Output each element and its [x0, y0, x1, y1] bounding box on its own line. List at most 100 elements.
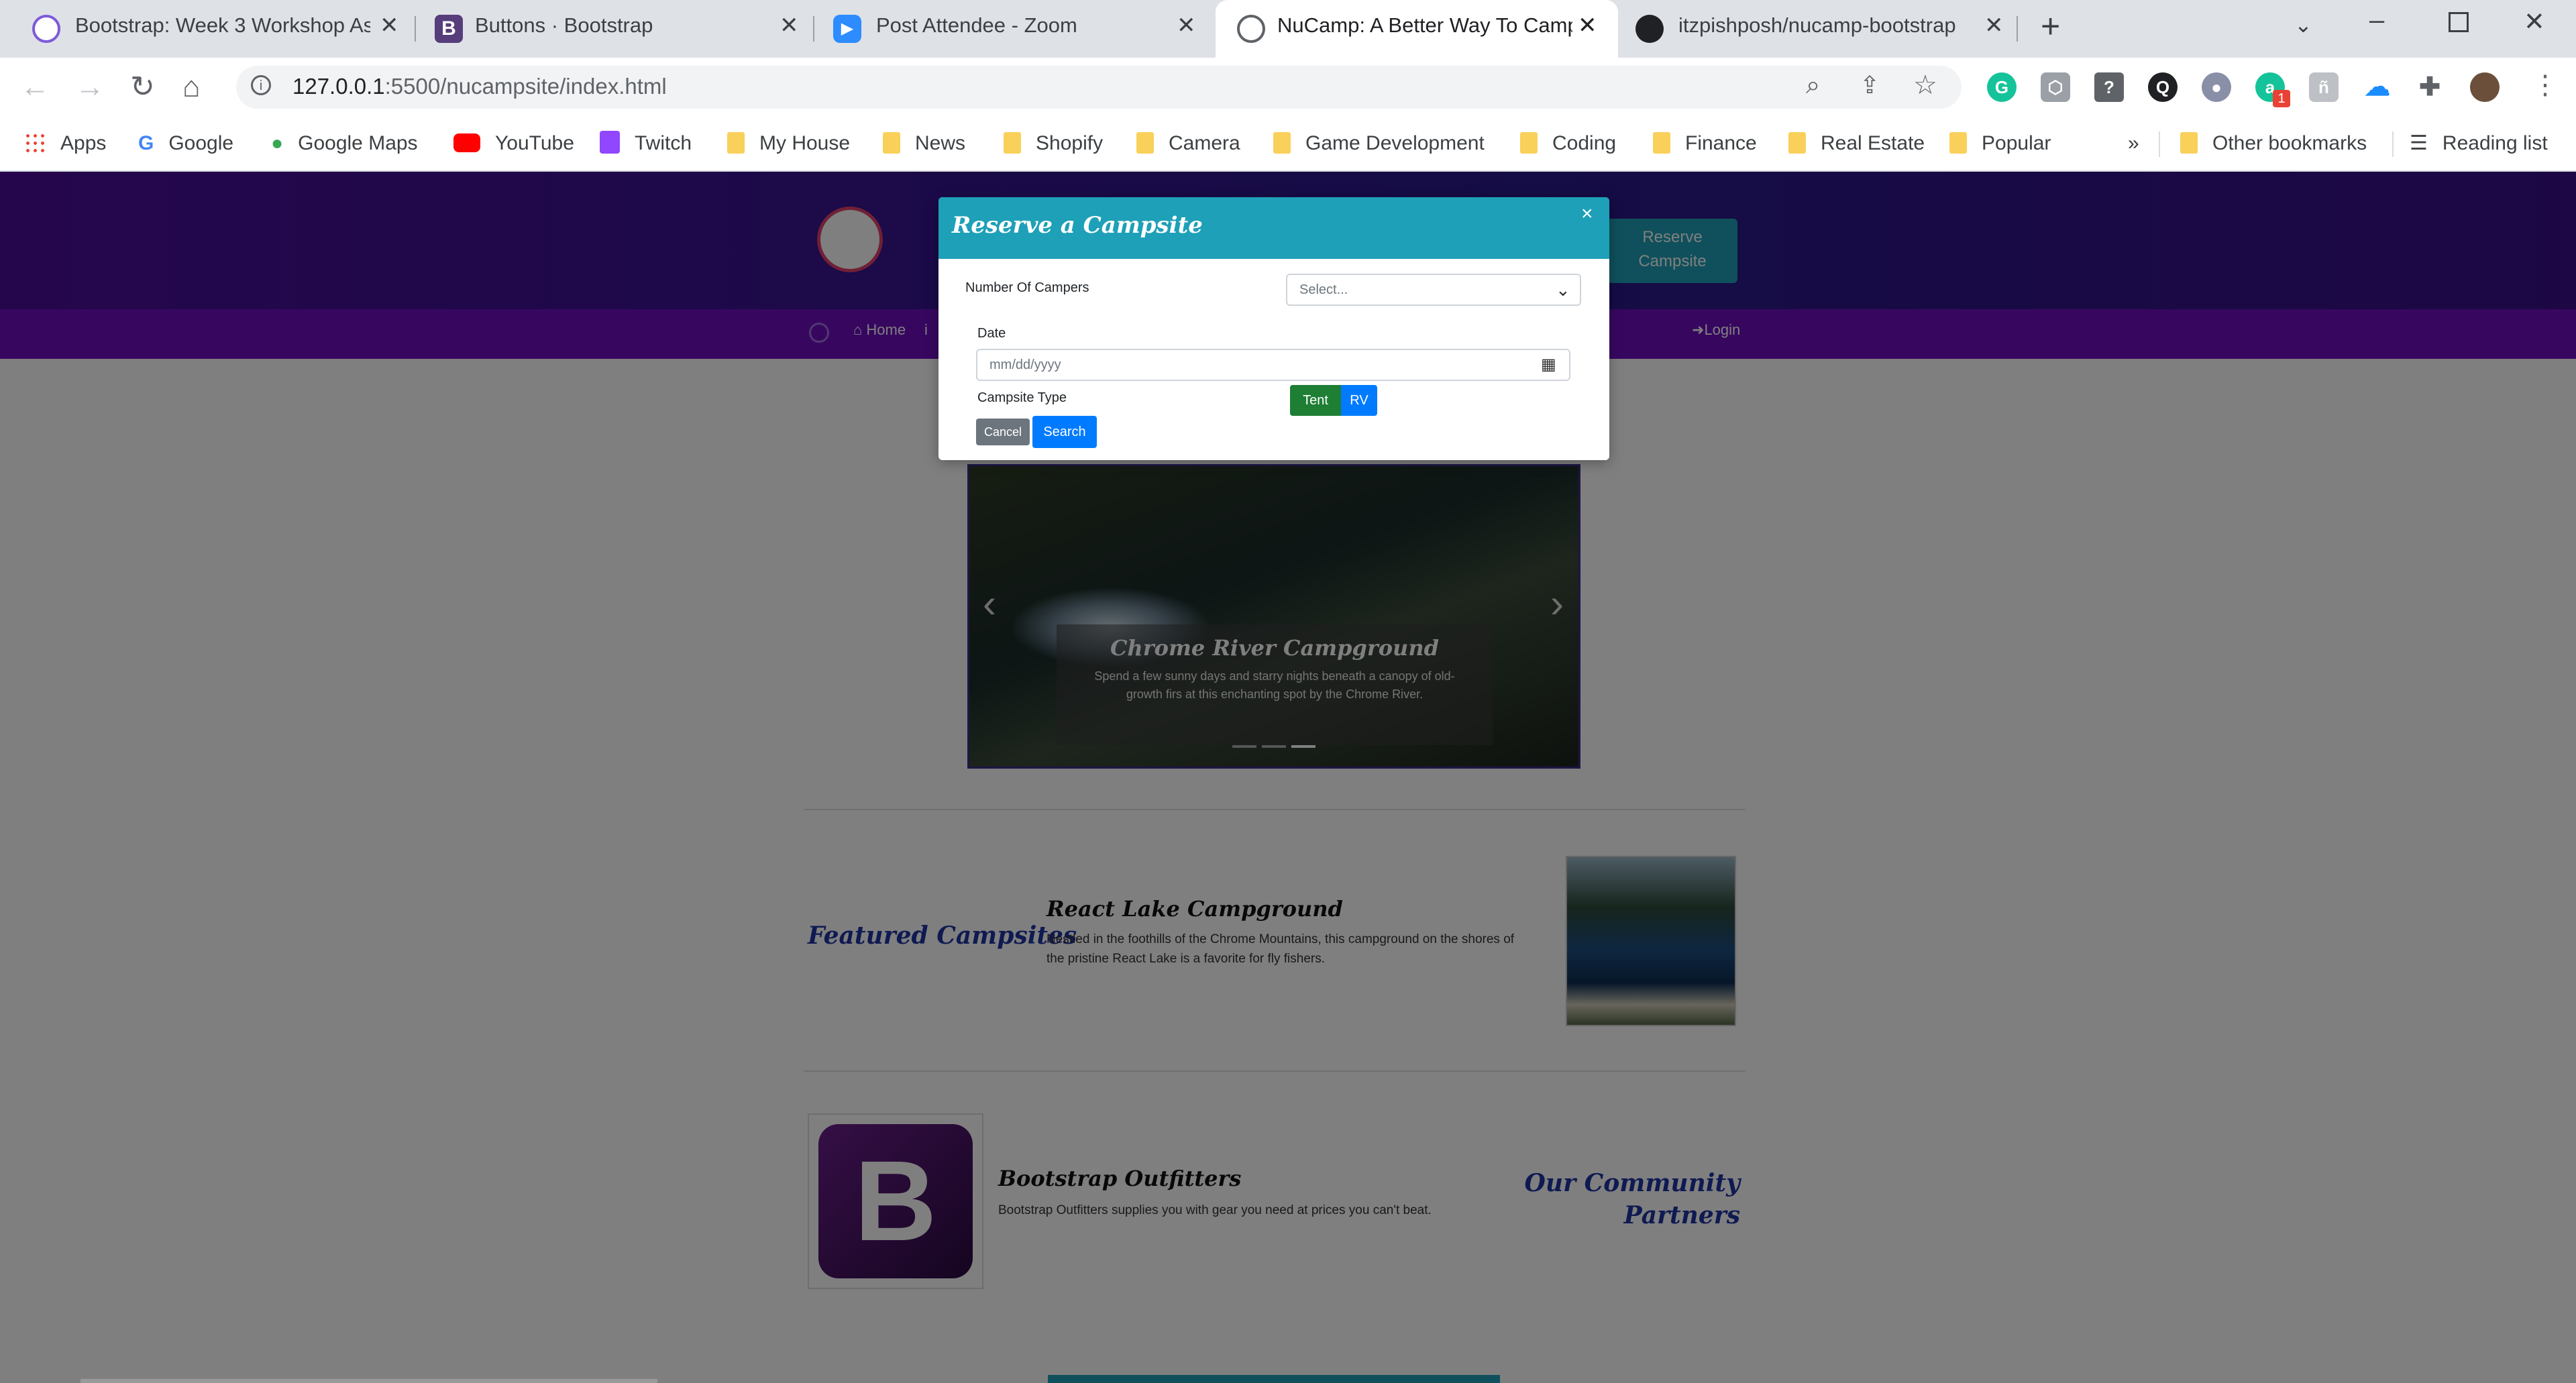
bookmark-label: Game Development: [1305, 132, 1485, 154]
tab-title: Buttons · Bootstrap: [475, 13, 653, 37]
campers-select[interactable]: Select... ⌄: [1286, 274, 1581, 306]
bookmark-star-icon[interactable]: ☆: [1913, 70, 1937, 101]
bookmark-label: Apps: [60, 132, 107, 154]
bookmark-folder[interactable]: Camera: [1136, 129, 1240, 158]
bookmark-label: YouTube: [495, 132, 574, 154]
github-icon: [1635, 15, 1664, 43]
menu-kebab-icon[interactable]: ⋮: [2532, 70, 2559, 101]
bookmark-label: Finance: [1685, 132, 1757, 154]
bookmark-google-maps[interactable]: ● Google Maps: [271, 129, 418, 158]
folder-icon: [1949, 132, 1967, 154]
folder-icon: [1136, 132, 1154, 154]
bookmark-folder[interactable]: Popular: [1949, 129, 2051, 158]
reload-icon[interactable]: ↻: [130, 67, 155, 107]
modal-close-button[interactable]: ×: [1581, 203, 1593, 225]
google-icon: G: [138, 132, 154, 154]
bookmark-label: Real Estate: [1821, 132, 1925, 154]
bookmark-label: Google: [168, 132, 234, 154]
back-icon[interactable]: ←: [20, 67, 50, 107]
bookmark-google[interactable]: G Google: [138, 129, 233, 158]
youtube-icon: [453, 133, 480, 152]
bookmark-label: My House: [759, 132, 851, 154]
bookmarks-divider: [2392, 131, 2394, 157]
bookmark-label: Google Maps: [298, 132, 418, 154]
folder-icon: [1653, 132, 1670, 154]
tab-title: Post Attendee - Zoom: [876, 13, 1077, 37]
close-icon[interactable]: ✕: [780, 12, 799, 39]
minimize-icon[interactable]: –: [2369, 5, 2384, 36]
reserve-modal: Reserve a Campsite × Number Of Campers S…: [938, 197, 1609, 460]
bookmark-label: News: [915, 132, 966, 154]
bookmark-other[interactable]: Other bookmarks: [2180, 129, 2367, 158]
bookmark-label: Shopify: [1036, 132, 1104, 154]
reading-list-button[interactable]: ☰ Reading list: [2410, 129, 2548, 158]
cancel-button[interactable]: Cancel: [976, 419, 1030, 445]
bookmark-folder[interactable]: Shopify: [1004, 129, 1103, 158]
modal-title: Reserve a Campsite: [952, 212, 1203, 239]
bookmark-apps[interactable]: Apps: [24, 129, 106, 158]
tab-bootstrap-workshop[interactable]: Bootstrap: Week 3 Workshop Ass ✕: [0, 0, 413, 58]
close-icon[interactable]: ✕: [380, 12, 399, 39]
bookmark-folder[interactable]: Game Development: [1273, 129, 1485, 158]
calendar-icon[interactable]: ▦: [1541, 350, 1556, 380]
tab-github[interactable]: itzpishposh/nucamp-bootstrap ✕: [1618, 0, 2021, 58]
share-icon[interactable]: ⇪: [1860, 71, 1880, 99]
extension-icon[interactable]: ⬡: [2041, 72, 2070, 102]
site-info-icon[interactable]: i: [251, 75, 271, 95]
forward-icon[interactable]: →: [75, 67, 105, 107]
url-path: :5500/nucampsite/index.html: [384, 74, 667, 99]
onedrive-icon[interactable]: ☁: [2363, 72, 2392, 102]
help-icon[interactable]: ?: [2094, 72, 2124, 102]
horizontal-scrollbar[interactable]: [80, 1379, 657, 1383]
bookmarks-overflow-button[interactable]: »: [2128, 129, 2139, 158]
date-placeholder: mm/dd/yyyy: [989, 357, 1061, 372]
close-icon[interactable]: ✕: [1578, 12, 1597, 39]
folder-icon: [1273, 132, 1291, 154]
bookmark-twitch[interactable]: Twitch: [600, 129, 692, 158]
nucamp-icon: [32, 15, 60, 43]
bookmark-youtube[interactable]: YouTube: [453, 129, 574, 158]
folder-icon: [1520, 132, 1538, 154]
bookmark-folder[interactable]: My House: [727, 129, 850, 158]
bookmark-folder[interactable]: Real Estate: [1788, 129, 1925, 158]
zoom-icon[interactable]: ⌕: [1806, 71, 1820, 100]
record-icon[interactable]: ●: [2202, 72, 2231, 102]
folder-icon: [1004, 132, 1021, 154]
extension-badge: 1: [2273, 90, 2290, 107]
close-icon[interactable]: ✕: [1984, 12, 2004, 39]
lens-icon[interactable]: Q: [2148, 72, 2178, 102]
font-extension-icon[interactable]: ñ: [2309, 72, 2339, 102]
bookmark-folder[interactable]: Coding: [1520, 129, 1616, 158]
extensions-puzzle-icon[interactable]: ✚: [2415, 72, 2445, 102]
bookmarks-divider: [2159, 131, 2160, 157]
search-button[interactable]: Search: [1032, 416, 1097, 448]
bookmark-folder[interactable]: Finance: [1653, 129, 1757, 158]
campers-label: Number Of Campers: [965, 280, 1089, 295]
tab-zoom[interactable]: ▶ Post Attendee - Zoom ✕: [814, 0, 1216, 58]
address-bar[interactable]: i 127.0.0.1:5500/nucampsite/index.html ⌕…: [236, 66, 1962, 109]
campers-select-value: Select...: [1299, 282, 1348, 297]
bookmark-label: Coding: [1552, 132, 1617, 154]
rv-toggle[interactable]: RV: [1341, 385, 1377, 416]
date-input[interactable]: mm/dd/yyyy ▦: [976, 349, 1570, 381]
tab-nucamp[interactable]: NuCamp: A Better Way To Camp ✕: [1216, 0, 1618, 58]
bookmark-folder[interactable]: News: [883, 129, 965, 158]
home-icon[interactable]: ⌂: [182, 67, 201, 107]
tab-search-icon[interactable]: ⌄: [2294, 12, 2312, 38]
apps-grid-icon: [24, 132, 46, 154]
window-close-icon[interactable]: ✕: [2524, 7, 2545, 37]
grammarly-icon[interactable]: G: [1987, 72, 2017, 102]
zoom-icon: ▶: [833, 15, 861, 43]
bookmark-label: Twitch: [635, 132, 692, 154]
close-icon[interactable]: ✕: [1177, 12, 1196, 39]
tab-title: Bootstrap: Week 3 Workshop Ass: [75, 13, 370, 37]
tent-toggle[interactable]: Tent: [1290, 385, 1341, 416]
url-text: 127.0.0.1:5500/nucampsite/index.html: [292, 74, 667, 99]
folder-icon: [727, 132, 745, 154]
globe-icon: [1237, 15, 1265, 43]
tab-bootstrap-buttons[interactable]: B Buttons · Bootstrap ✕: [416, 0, 818, 58]
new-tab-icon[interactable]: +: [2041, 7, 2060, 46]
restore-icon[interactable]: [2449, 12, 2469, 32]
avatar[interactable]: [2470, 72, 2500, 102]
tab-title: NuCamp: A Better Way To Camp: [1277, 13, 1572, 37]
